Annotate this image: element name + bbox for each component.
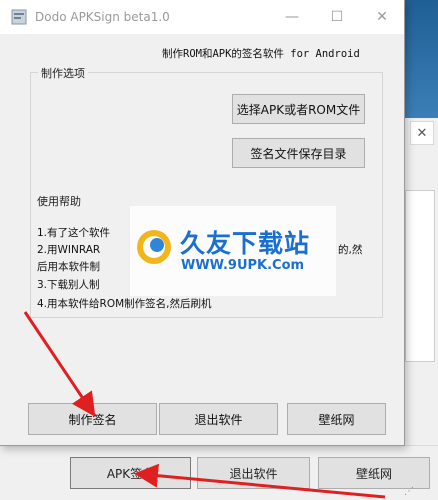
help-line-3: 3.下载别人制 <box>37 279 100 291</box>
help-title: 使用帮助 <box>37 195 81 208</box>
close-icon[interactable]: ✕ <box>370 5 394 29</box>
watermark-url: WWW.9UPK.Com <box>181 258 305 273</box>
main-window: Dodo APKSign beta1.0 — ☐ ✕ 制作ROM和APK的签名软… <box>0 0 405 446</box>
save-directory-button[interactable]: 签名文件保存目录 <box>232 138 365 168</box>
apk-sign-button[interactable]: APK签名 <box>70 457 191 489</box>
watermark-logo-icon <box>137 230 171 264</box>
make-signature-button[interactable]: 制作签名 <box>28 403 157 435</box>
wallpaper-button[interactable]: 壁纸网 <box>287 403 386 435</box>
help-line-4: 4.用本软件给ROM制作签名,然后刷机 <box>37 298 212 310</box>
background-exit-button[interactable]: 退出软件 <box>197 457 310 489</box>
maximize-icon[interactable]: ☐ <box>325 5 349 29</box>
select-file-button[interactable]: 选择APK或者ROM文件 <box>232 94 365 124</box>
help-line-2b: 后用本软件制 <box>37 261 100 273</box>
app-icon <box>11 9 27 25</box>
help-line-1: 1.有了这个软件 <box>37 227 111 239</box>
background-close-button[interactable]: ✕ <box>410 121 434 145</box>
title-bar[interactable]: Dodo APKSign beta1.0 — ☐ ✕ <box>0 0 404 34</box>
background-panel <box>405 190 435 362</box>
window-title: Dodo APKSign beta1.0 <box>35 10 170 24</box>
help-line-2: 2.用WINRAR <box>37 244 101 256</box>
background-wallpaper-button[interactable]: 壁纸网 <box>318 457 430 489</box>
help-line-2-tail: 的,然 <box>338 244 363 256</box>
exit-button[interactable]: 退出软件 <box>159 403 278 435</box>
watermark-brand: 久友下载站 <box>180 229 311 258</box>
options-group-label: 制作选项 <box>38 65 88 81</box>
background-titlebar <box>405 0 438 118</box>
minimize-icon[interactable]: — <box>280 5 304 29</box>
resize-grip-icon[interactable]: ⋰ <box>404 486 414 497</box>
app-subtitle: 制作ROM和APK的签名软件 for Android <box>162 48 360 60</box>
